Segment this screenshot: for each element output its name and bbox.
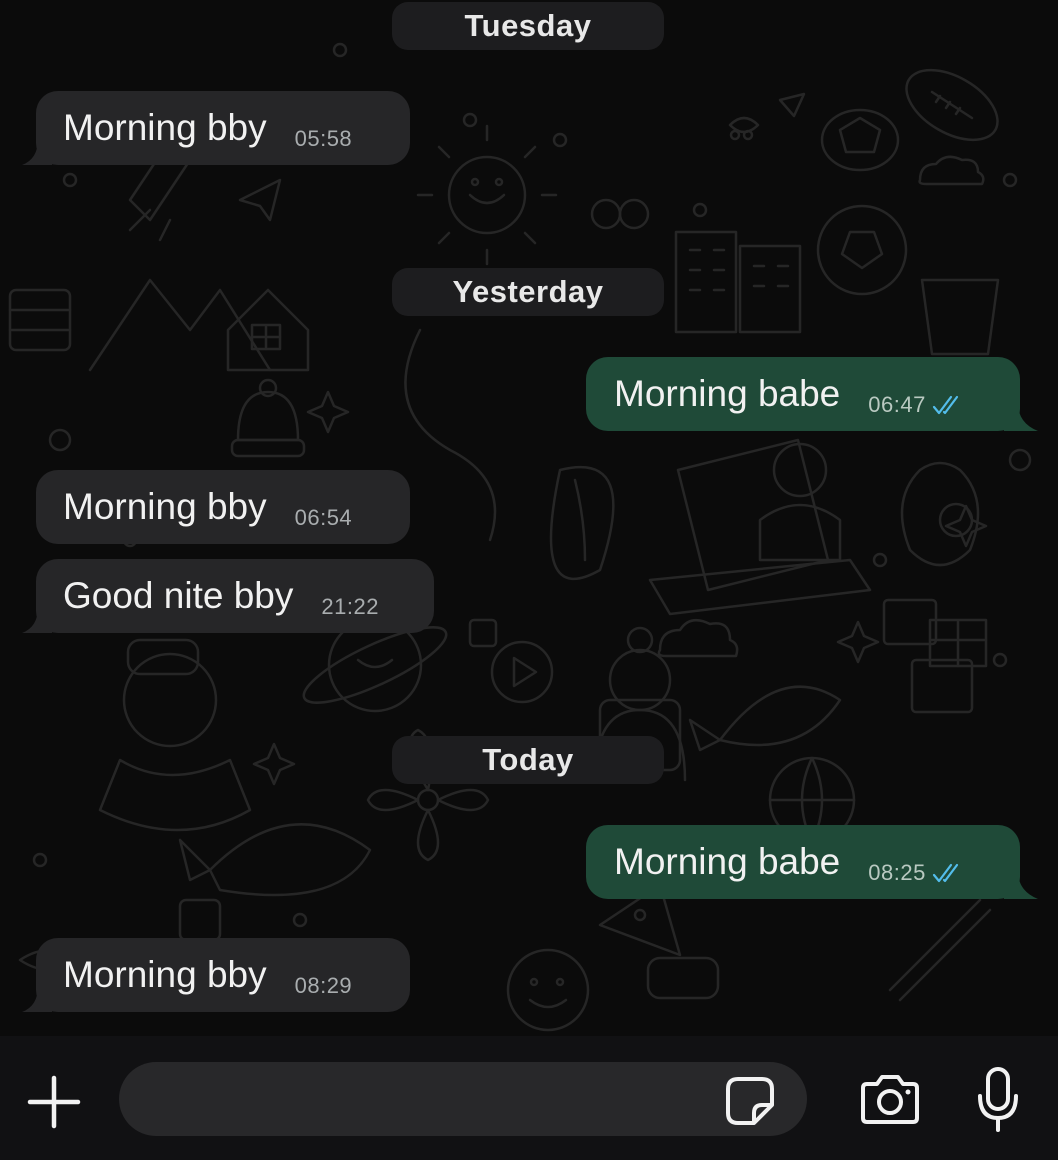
sticker-button[interactable] [722,1073,778,1129]
camera-button[interactable] [855,1072,925,1128]
incoming-message-bubble[interactable]: Morning bby 06:54 [36,470,410,544]
bubble-tail [22,607,52,633]
message-time: 21:22 [321,594,379,619]
incoming-message-bubble[interactable]: Good nite bby 21:22 [22,559,434,633]
date-separator-tuesday: Tuesday [392,2,664,50]
message-text: Morning babe [614,373,841,414]
message-time: 05:58 [294,126,353,151]
sticker-icon [726,1077,774,1125]
message-text: Good nite bby [63,575,294,616]
message-meta: 05:58 [295,126,353,152]
plus-icon [27,1075,81,1129]
chat-screen: Tuesday Yesterday Today Morning bby 05:5… [0,0,1058,1160]
message-meta: 06:54 [295,505,353,531]
message-meta: 08:29 [295,973,353,999]
date-separator-label: Yesterday [452,274,604,309]
outgoing-message-bubble[interactable]: Morning babe 08:25 [586,825,1038,899]
read-receipt-icon [932,863,958,883]
voice-message-button[interactable] [968,1064,1028,1136]
message-text: Morning babe [614,841,841,882]
date-separator-label: Today [482,742,574,777]
camera-icon [861,1075,919,1124]
date-separator-today: Today [392,736,664,784]
message-time: 06:47 [868,392,926,417]
message-time: 06:54 [294,505,353,530]
message-text: Morning bby [63,954,267,995]
bubble-tail [1004,403,1038,431]
bubble-tail [22,139,52,165]
incoming-message-bubble[interactable]: Morning bby 05:58 [22,91,410,165]
composer-bar [0,1036,1058,1160]
attach-button[interactable] [22,1070,86,1134]
read-receipt-icon [932,395,958,415]
message-text: Morning bby [63,107,267,148]
date-separator-yesterday: Yesterday [392,268,664,316]
microphone-icon [978,1067,1018,1132]
incoming-message-bubble[interactable]: Morning bby 08:29 [22,938,410,1012]
message-list[interactable]: Tuesday Yesterday Today Morning bby 05:5… [0,0,1058,1036]
message-time: 08:29 [294,973,353,998]
message-time: 08:25 [868,860,926,885]
bubble-tail [1004,871,1038,899]
message-meta: 08:25 [868,860,966,886]
message-text: Morning bby [63,486,267,527]
bubble-tail [22,986,52,1012]
outgoing-message-bubble[interactable]: Morning babe 06:47 [586,357,1038,431]
message-input[interactable] [119,1062,807,1136]
message-meta: 21:22 [321,594,379,620]
date-separator-label: Tuesday [464,8,592,43]
message-meta: 06:47 [868,392,966,418]
